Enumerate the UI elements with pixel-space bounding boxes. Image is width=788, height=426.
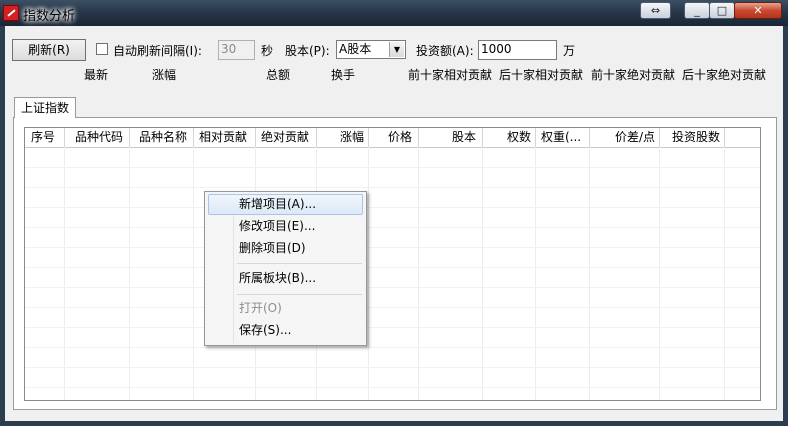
grid-line [724,147,725,400]
column-header-change[interactable]: 涨幅 [317,128,369,147]
grid-line [64,147,65,400]
auto-refresh-label: 自动刷新间隔(I): [113,44,202,58]
menu-separator [237,263,362,264]
column-header-name[interactable]: 品种名称 [130,128,194,147]
menu-item-add[interactable]: 新增项目(A)... [208,194,363,215]
refresh-interval-input[interactable]: 30 [218,40,255,60]
grid-line [25,167,760,168]
latest-label: 最新 [84,68,109,82]
window-frame-right [783,26,788,426]
share-capital-select[interactable]: A股本 ▼ [336,40,406,59]
top10-relative-label: 前十家相对贡献 [408,68,493,82]
top10-absolute-label: 前十家绝对贡献 [591,68,676,82]
column-header-weight-pct[interactable]: 权重(... [536,128,590,147]
grid-line [25,207,760,208]
grid-line [25,187,760,188]
minimize-icon: _ [694,4,700,17]
grid-line [535,147,536,400]
grid-line [25,327,760,328]
grid-line [25,287,760,288]
menu-item-delete[interactable]: 删除项目(D) [208,238,363,259]
grid-line [368,147,369,400]
turnover-label: 换手 [331,68,356,82]
share-capital-label: 股本(P): [285,44,330,58]
grid-line [129,147,130,400]
grid-line [193,147,194,400]
grid-line [589,147,590,400]
column-header-absolute-contribution[interactable]: 绝对贡献 [256,128,317,147]
table-header: 序号 品种代码 品种名称 相对贡献 绝对贡献 涨幅 价格 股本 权数 权重(..… [25,128,760,148]
window-frame-left [0,26,5,426]
tab-shanghai-index[interactable]: 上证指数 [14,97,76,118]
column-header-price-diff[interactable]: 价差/点 [590,128,660,147]
close-icon: ✕ [753,4,763,17]
unit-label: 万 [563,44,576,58]
column-header-investment-shares[interactable]: 投资股数 [660,128,725,147]
window-title: 指数分析 [23,9,76,24]
column-header-share-capital[interactable]: 股本 [419,128,483,147]
grid-line [25,227,760,228]
grid-line [25,247,760,248]
menu-item-sector[interactable]: 所属板块(B)... [208,268,363,289]
context-menu: 新增项目(A)... 修改项目(E)... 删除项目(D) 所属板块(B)...… [204,191,367,346]
investment-label: 投资额(A): [416,44,474,58]
bottom10-relative-label: 后十家相对贡献 [499,68,584,82]
grid-line [25,387,760,388]
grid-line [25,267,760,268]
seconds-label: 秒 [261,44,274,58]
column-header-serial[interactable]: 序号 [25,128,65,147]
close-button[interactable]: ✕ [734,2,782,19]
index-table[interactable]: 序号 品种代码 品种名称 相对贡献 绝对贡献 涨幅 价格 股本 权数 权重(..… [24,127,761,401]
grid-line [659,147,660,400]
maximize-icon: □ [716,4,728,17]
app-icon [3,5,19,21]
resize-arrows-icon: ⇔ [650,4,661,17]
grid-line [482,147,483,400]
refresh-button[interactable]: 刷新(R) [12,39,86,61]
title-bar[interactable]: 指数分析 ⇔ _ □ ✕ [0,0,788,26]
grid-line [25,347,760,348]
column-header-code[interactable]: 品种代码 [65,128,130,147]
bottom10-absolute-label: 后十家绝对贡献 [682,68,767,82]
window-frame-bottom [0,421,788,426]
auto-refresh-checkbox[interactable] [96,43,108,55]
menu-item-open[interactable]: 打开(O) [208,298,363,319]
minimize-button[interactable]: _ [684,2,710,19]
restore-size-button[interactable]: ⇔ [640,2,671,19]
maximize-button[interactable]: □ [709,2,735,19]
column-header-relative-contribution[interactable]: 相对贡献 [194,128,256,147]
menu-item-save[interactable]: 保存(S)... [208,320,363,341]
change-label: 涨幅 [152,68,177,82]
grid-line [25,367,760,368]
total-label: 总额 [266,68,291,82]
share-capital-value: A股本 [339,42,372,56]
column-header-price[interactable]: 价格 [369,128,419,147]
investment-amount-input[interactable]: 1000 [478,40,557,60]
grid-line [25,307,760,308]
menu-item-edit[interactable]: 修改项目(E)... [208,216,363,237]
column-header-weight-count[interactable]: 权数 [483,128,536,147]
menu-separator [237,294,362,295]
grid-line [418,147,419,400]
dropdown-arrow-icon[interactable]: ▼ [389,42,404,57]
